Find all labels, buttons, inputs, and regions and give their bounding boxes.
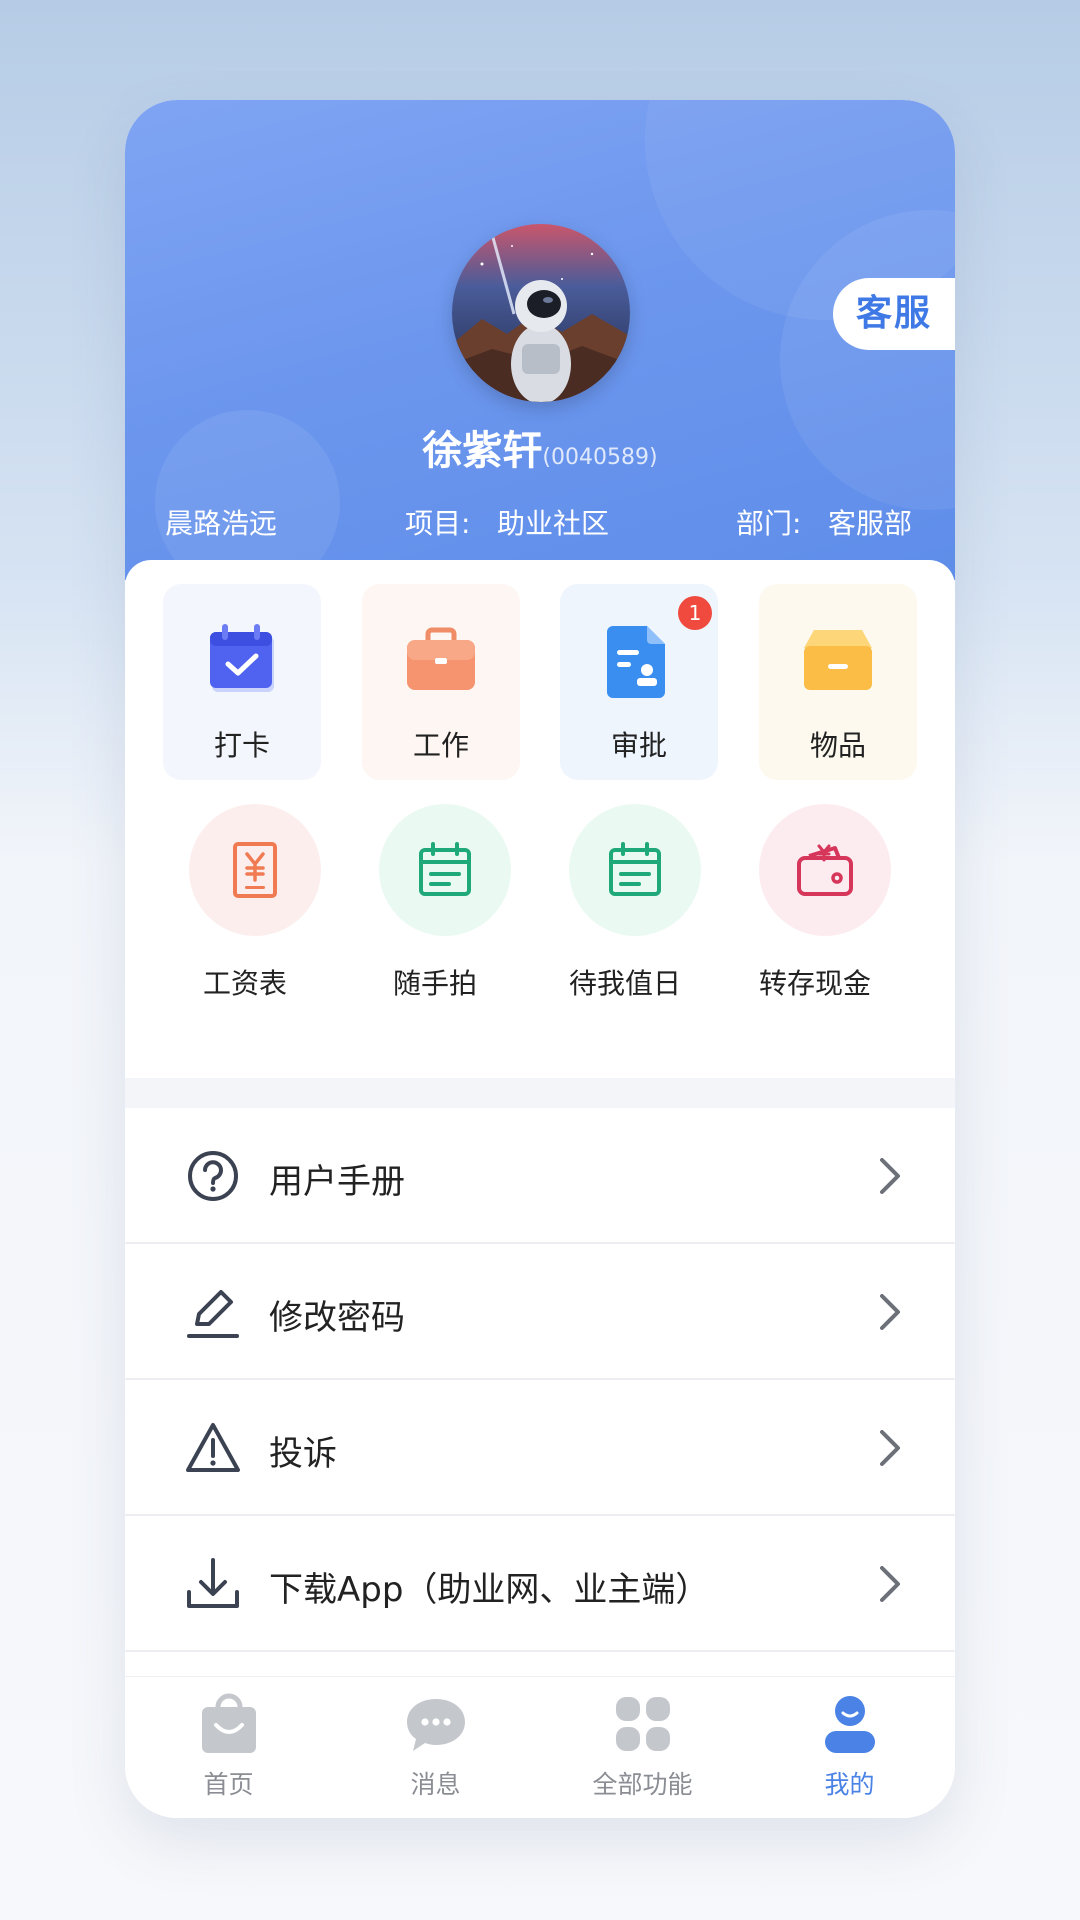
tab-profile[interactable]: 我的	[746, 1677, 953, 1818]
grid-icon	[616, 1697, 670, 1751]
chevron-right-icon	[880, 1294, 900, 1330]
menu-item-change-password[interactable]: 修改密码	[125, 1244, 955, 1380]
tab-label: 全部功能	[592, 1770, 693, 1799]
menu-label: 投诉	[269, 1434, 337, 1474]
tab-label: 消息	[410, 1770, 461, 1799]
menu-item-complaint[interactable]: 投诉	[125, 1380, 955, 1516]
calendar-note-icon	[419, 842, 471, 896]
salary-slip-icon	[233, 842, 277, 898]
menu-label: 修改密码	[269, 1298, 405, 1338]
tile-label: 工作	[412, 729, 469, 762]
tool-cash[interactable]: 转存现金	[725, 804, 905, 1004]
tile-work[interactable]: 工作	[362, 584, 520, 780]
profile-header: 客服 徐紫轩(0040589) 晨路浩远 项目: 助业社区 部门: 客服部	[125, 100, 955, 580]
company-name: 晨路浩远	[165, 507, 278, 540]
department-value: 客服部	[828, 507, 913, 540]
calendar-duty-icon	[609, 842, 661, 896]
download-icon	[187, 1558, 239, 1608]
tab-label: 首页	[203, 1770, 254, 1799]
bottom-tab-bar: 首页 消息 全部功能 我的	[125, 1676, 955, 1818]
chevron-right-icon	[880, 1430, 900, 1466]
tab-messages[interactable]: 消息	[332, 1677, 539, 1818]
notification-badge: 1	[678, 596, 712, 630]
tool-icon-bg	[759, 804, 891, 936]
project-label: 项目:	[405, 507, 471, 540]
question-circle-icon	[188, 1151, 238, 1201]
user-name-row: 徐紫轩(0040589)	[125, 418, 955, 476]
tile-approval[interactable]: 1 审批	[560, 584, 718, 780]
tool-salary[interactable]: 工资表	[155, 804, 335, 1004]
project-value: 助业社区	[497, 507, 610, 540]
user-name: 徐紫轩	[422, 428, 543, 474]
bag-icon	[202, 1693, 256, 1753]
section-divider	[125, 1078, 955, 1108]
pencil-icon	[187, 1290, 239, 1338]
wallet-icon	[797, 844, 853, 896]
warning-icon	[186, 1423, 240, 1472]
tile-label: 打卡	[213, 729, 270, 762]
employee-id: (0040589)	[542, 445, 658, 470]
tile-items[interactable]: 物品	[759, 584, 917, 780]
tile-label: 审批	[610, 729, 667, 762]
tool-snapshot[interactable]: 随手拍	[345, 804, 525, 1004]
feature-panel: 打卡 工作 1 审批 物品 工资表 随手拍 待我值日 转存现金	[125, 560, 955, 1080]
tool-label: 待我值日	[568, 967, 681, 1000]
tool-icon-bg	[189, 804, 321, 936]
menu-label: 用户手册	[269, 1162, 405, 1202]
menu-label: 下载App（助业网、业主端）	[269, 1570, 710, 1610]
tool-label: 转存现金	[758, 967, 871, 1000]
customer-service-button[interactable]: 客服	[833, 278, 955, 350]
avatar[interactable]	[452, 224, 630, 402]
tile-label: 物品	[809, 729, 866, 762]
chevron-right-icon	[880, 1158, 900, 1194]
tool-icon-bg	[379, 804, 511, 936]
menu-item-download-app[interactable]: 下载App（助业网、业主端）	[125, 1516, 955, 1652]
user-info-row: 晨路浩远 项目: 助业社区 部门: 客服部	[125, 502, 955, 542]
profile-card: 客服 徐紫轩(0040589) 晨路浩远 项目: 助业社区 部门: 客服部 打卡	[125, 100, 955, 1818]
tab-home[interactable]: 首页	[125, 1677, 332, 1818]
tool-label: 工资表	[202, 967, 287, 1000]
tool-icon-bg	[569, 804, 701, 936]
settings-menu: 用户手册 修改密码 投诉 下载App（助业网、业主端）	[125, 1108, 955, 1652]
user-icon	[825, 1696, 875, 1753]
tab-all-features[interactable]: 全部功能	[539, 1677, 746, 1818]
approval-document-icon	[607, 626, 665, 698]
box-icon	[804, 630, 872, 690]
chevron-right-icon	[880, 1566, 900, 1602]
chat-icon	[407, 1699, 465, 1751]
tool-duty[interactable]: 待我值日	[535, 804, 715, 1004]
menu-item-user-manual[interactable]: 用户手册	[125, 1108, 955, 1244]
briefcase-icon	[407, 627, 475, 690]
tab-label: 我的	[824, 1770, 875, 1799]
tile-clock-in[interactable]: 打卡	[163, 584, 321, 780]
calendar-check-icon	[210, 624, 274, 692]
tool-label: 随手拍	[392, 967, 477, 1000]
department-label: 部门:	[736, 507, 802, 540]
